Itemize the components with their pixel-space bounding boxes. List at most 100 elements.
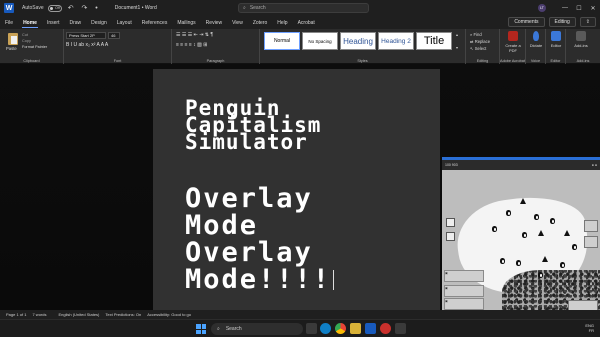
tab-design[interactable]: Design bbox=[86, 16, 112, 29]
editing-group: ⌕ Find ⇄ Replace ↖ Select Editing bbox=[466, 29, 500, 64]
taskbar-search[interactable]: ⌕ Search bbox=[211, 323, 303, 335]
tab-mailings[interactable]: Mailings bbox=[172, 16, 200, 29]
font-size-select[interactable]: 46 bbox=[108, 32, 120, 39]
penguin-sprite[interactable] bbox=[522, 232, 527, 238]
penguin-sprite[interactable] bbox=[550, 218, 555, 224]
quick-access-toolbar[interactable]: ↶ ↷ • bbox=[68, 4, 101, 12]
shop-panel-3[interactable]: ▣ bbox=[444, 298, 484, 310]
paragraph-align-buttons[interactable]: ≡ ≡ ≡ ≡ ↕ ▧ ⊞ bbox=[176, 42, 207, 48]
task-view-icon[interactable] bbox=[306, 323, 317, 334]
penguin-sprite[interactable] bbox=[516, 260, 521, 266]
tab-layout[interactable]: Layout bbox=[112, 16, 137, 29]
paragraph-group-label: Paragraph bbox=[206, 59, 225, 63]
user-avatar[interactable]: LT bbox=[538, 4, 546, 12]
app-generic-icon[interactable] bbox=[395, 323, 406, 334]
select-button[interactable]: ↖ Select bbox=[470, 45, 490, 52]
tab-view[interactable]: View bbox=[227, 16, 248, 29]
shop-panel-1[interactable]: ▣ bbox=[444, 270, 484, 282]
tab-file[interactable]: File bbox=[0, 16, 18, 29]
edge-browser-icon[interactable] bbox=[320, 323, 331, 334]
tab-references[interactable]: References bbox=[137, 16, 173, 29]
share-button[interactable]: ⇪ bbox=[579, 17, 596, 27]
page-count[interactable]: Page 1 of 1 bbox=[6, 312, 26, 317]
penguin-sprite[interactable] bbox=[492, 226, 497, 232]
dictate-label: Dictate bbox=[529, 43, 543, 48]
tab-help[interactable]: Help bbox=[272, 16, 292, 29]
minimize-button[interactable]: — bbox=[558, 5, 572, 11]
paste-label[interactable]: Paste bbox=[6, 46, 17, 51]
format-painter-button[interactable]: Format Painter bbox=[22, 44, 47, 50]
style-heading-2[interactable]: Heading 2 bbox=[378, 32, 414, 50]
tab-zotero[interactable]: Zotero bbox=[248, 16, 272, 29]
tree-icon bbox=[538, 230, 544, 236]
create-pdf-button[interactable]: Create a PDF bbox=[502, 31, 524, 53]
replace-icon: ⇄ bbox=[470, 39, 474, 44]
document-page[interactable]: Penguin Capitalism Simulator Overlay Mod… bbox=[153, 69, 440, 310]
tab-insert[interactable]: Insert bbox=[42, 16, 65, 29]
paste-icon[interactable] bbox=[8, 33, 18, 45]
paragraph-list-buttons[interactable]: ☰ ☰ ☰ ⇤ ⇥ ⇅ ¶ bbox=[176, 32, 213, 38]
document-heading-text[interactable]: Penguin Capitalism Simulator bbox=[185, 98, 321, 153]
font-format-glyphs[interactable]: B I U ab x₂ x² A A A bbox=[66, 42, 108, 48]
style-heading[interactable]: Heading bbox=[340, 32, 376, 50]
styles-gallery-scroll[interactable]: ▴ ▾ bbox=[454, 32, 460, 50]
word-count[interactable]: 7 words bbox=[32, 312, 46, 317]
dictate-button[interactable]: Dictate bbox=[525, 31, 547, 48]
title-search-box[interactable]: ⌕ Search bbox=[238, 3, 369, 13]
penguin-sprite[interactable] bbox=[534, 214, 539, 220]
text-predictions-status[interactable]: Text Predictions: On bbox=[105, 312, 141, 317]
game-field[interactable]: ▣ ▣ ▣ ▣ bbox=[442, 170, 600, 321]
tab-review[interactable]: Review bbox=[201, 16, 227, 29]
penguin-sprite[interactable] bbox=[506, 210, 511, 216]
shop-panel-2[interactable]: ▣ bbox=[444, 285, 484, 297]
search-icon: ⌕ bbox=[470, 32, 473, 37]
language-indicator[interactable]: English (United States) bbox=[58, 312, 99, 317]
paragraph-row-2[interactable]: ≡ ≡ ≡ ≡ ↕ ▧ ⊞ bbox=[176, 42, 207, 48]
game-right-button-2[interactable] bbox=[584, 236, 598, 248]
paragraph-row-1[interactable]: ☰ ☰ ☰ ⇤ ⇥ ⇅ ¶ bbox=[176, 32, 213, 38]
document-body-lines[interactable]: Overlay Mode Overlay Mode!!!! bbox=[185, 183, 331, 295]
font-format-buttons[interactable]: B I U ab x₂ x² A A A bbox=[66, 42, 108, 48]
tab-home[interactable]: Home bbox=[18, 16, 42, 29]
penguin-portrait-icon[interactable] bbox=[446, 218, 455, 227]
word-taskbar-icon[interactable] bbox=[365, 323, 376, 334]
penguin-sprite[interactable] bbox=[538, 272, 543, 278]
addins-button[interactable]: Add-ins bbox=[570, 31, 592, 48]
comments-button[interactable]: Comments bbox=[508, 17, 545, 27]
building-icon[interactable] bbox=[446, 232, 455, 241]
replace-button[interactable]: ⇄ Replace bbox=[470, 38, 490, 45]
penguin-sprite[interactable] bbox=[500, 258, 505, 264]
penguin-sprite[interactable] bbox=[560, 262, 565, 268]
windows-start-icon[interactable] bbox=[196, 324, 206, 334]
app-red-icon[interactable] bbox=[380, 323, 391, 334]
ribbon: Paste Cut Copy Format Painter Clipboard … bbox=[0, 29, 600, 64]
game-overlay-window[interactable]: 100 903 ● ● ▣ ▣ ▣ ▣ bbox=[442, 157, 600, 321]
game-right-button-1[interactable] bbox=[584, 220, 598, 232]
status-bar: Page 1 of 1 7 words English (United Stat… bbox=[0, 310, 600, 319]
style-normal[interactable]: Normal bbox=[264, 32, 300, 50]
editor-pen-icon bbox=[551, 31, 561, 41]
game-top-indicators: ● ● bbox=[591, 163, 597, 167]
maximize-button[interactable]: ☐ bbox=[572, 5, 586, 12]
editing-mode-button[interactable]: Editing bbox=[548, 17, 576, 27]
document-body-text[interactable]: Overlay Mode Overlay Mode!!!! bbox=[185, 183, 335, 295]
taskbar-search-placeholder: Search bbox=[225, 326, 242, 332]
autosave-toggle[interactable]: Off bbox=[47, 4, 62, 12]
file-explorer-icon[interactable] bbox=[350, 323, 361, 334]
tab-draw[interactable]: Draw bbox=[64, 16, 86, 29]
font-name-select[interactable]: Press Start 2P bbox=[66, 32, 106, 39]
accessibility-status[interactable]: Accessibility: Good to go bbox=[147, 312, 191, 317]
game-resource-counter: 100 903 bbox=[445, 163, 458, 167]
tab-acrobat[interactable]: Acrobat bbox=[293, 16, 320, 29]
style-no-spacing[interactable]: No Spacing bbox=[302, 32, 338, 50]
chrome-browser-icon[interactable] bbox=[335, 323, 346, 334]
clipboard-group-label: Clipboard bbox=[23, 59, 40, 63]
style-title[interactable]: Title bbox=[416, 32, 452, 50]
system-tray[interactable]: ENG FR bbox=[585, 323, 594, 333]
chevron-down-icon[interactable]: ▾ bbox=[456, 45, 458, 50]
editor-button[interactable]: Editor bbox=[545, 31, 567, 48]
find-button[interactable]: ⌕ Find bbox=[470, 31, 490, 38]
penguin-sprite[interactable] bbox=[572, 244, 577, 250]
chevron-up-icon[interactable]: ▴ bbox=[456, 32, 458, 37]
close-button[interactable]: ✕ bbox=[586, 5, 600, 12]
